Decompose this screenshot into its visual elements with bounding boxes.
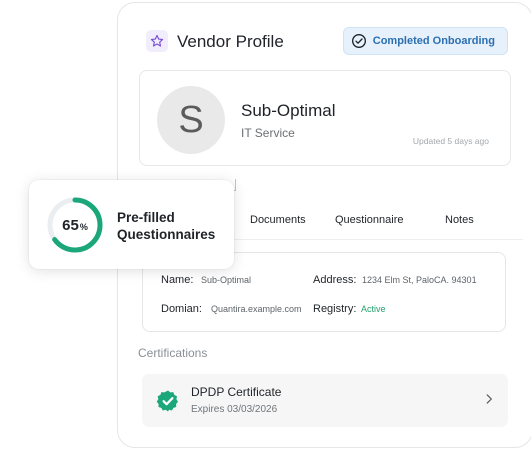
certificate-expiry: Expires 03/03/2026 (191, 404, 278, 415)
completed-onboarding-badge: Completed Onboarding (342, 27, 508, 55)
prefilled-questionnaires-card: 65% Pre-filled Questionnaires (29, 180, 234, 269)
prefilled-label-line2: Questionnaires (117, 227, 216, 242)
certificate-row[interactable]: DPDP Certificate Expires 03/03/2026 (142, 374, 508, 427)
updated-timestamp: Updated 5 days ago (412, 136, 489, 146)
verified-badge-icon (156, 390, 178, 412)
registry-status: Active (361, 304, 386, 314)
name-value: Sub-Optimal (201, 275, 252, 285)
domain-label: Domian: (161, 303, 202, 315)
certifications-heading: Certifications (138, 346, 208, 360)
address-value: 1234 Elm St, PaloCA. 94301 (362, 275, 477, 285)
tab-questionnaire[interactable]: Questionnaire (335, 214, 404, 226)
chevron-right-icon[interactable] (482, 392, 496, 406)
name-label: Name: (161, 274, 194, 286)
page-title: Vendor Profile (177, 32, 284, 51)
tab-documents[interactable]: Documents (250, 214, 306, 226)
badge-label: Completed Onboarding (372, 35, 495, 47)
panel-header: Vendor Profile Completed Onboarding (146, 27, 508, 57)
tab-notes[interactable]: Notes (445, 214, 474, 226)
profile-card: S Sub-Optimal IT Service Updated 5 days … (139, 70, 511, 166)
certificate-title: DPDP Certificate (191, 385, 282, 399)
address-label: Address: (313, 274, 357, 286)
check-circle-icon (351, 34, 366, 48)
prefilled-label-line1: Pre-filled (117, 210, 175, 225)
domain-value: Quantira.example.com (211, 304, 302, 314)
registry-label: Registry: (313, 303, 357, 315)
percent-sign: % (79, 221, 88, 232)
star-icon[interactable] (146, 30, 168, 52)
vendor-type: IT Service (241, 126, 295, 140)
progress-percent: 65% (45, 195, 105, 255)
avatar: S (157, 86, 225, 154)
vendor-name: Sub-Optimal (241, 101, 336, 120)
percent-value: 65 (62, 216, 79, 234)
prefilled-label: Pre-filled Questionnaires (117, 209, 229, 243)
